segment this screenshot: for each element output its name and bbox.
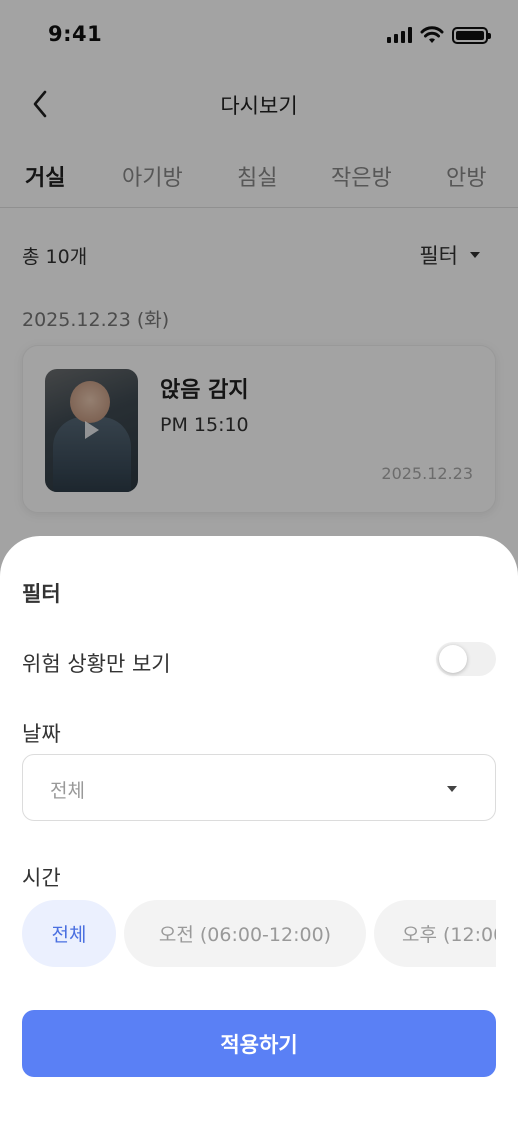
apply-button[interactable]: 적용하기 <box>22 1010 496 1077</box>
date-label: 날짜 <box>22 722 61 746</box>
danger-only-label: 위험 상황만 보기 <box>22 652 171 676</box>
date-select-value: 전체 <box>50 780 85 802</box>
time-chip-afternoon[interactable]: 오후 (12:00-18:00) <box>374 900 496 967</box>
caret-down-icon <box>447 786 457 792</box>
toggle-knob <box>439 645 467 673</box>
time-chip-morning[interactable]: 오전 (06:00-12:00) <box>124 900 366 967</box>
replay-screen: 9:41 다시보기 거실 아기방 침실 작은방 안방 총 10개 필터 2025… <box>0 0 518 1124</box>
filter-bottom-sheet: 필터 위험 상황만 보기 날짜 전체 시간 전체 오전 (06:00-12:00… <box>0 536 518 1124</box>
time-chip-all[interactable]: 전체 <box>22 900 116 967</box>
time-label: 시간 <box>22 866 61 890</box>
danger-only-toggle[interactable] <box>436 642 496 676</box>
time-chip-group: 전체 오전 (06:00-12:00) 오후 (12:00-18:00) <box>22 900 496 967</box>
sheet-title: 필터 <box>22 582 61 606</box>
date-select[interactable]: 전체 <box>22 754 496 821</box>
